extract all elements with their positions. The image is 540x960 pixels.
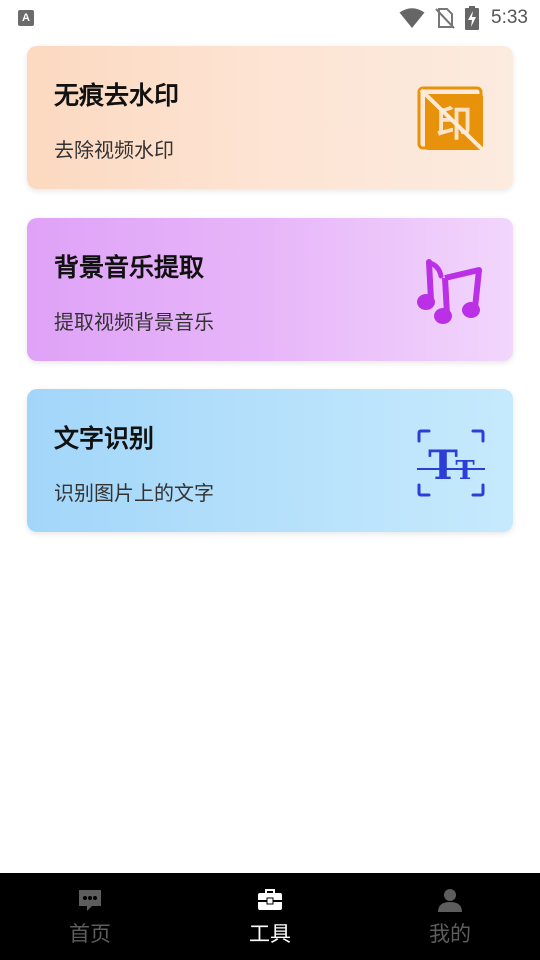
status-left: A xyxy=(18,10,34,26)
svg-text:T: T xyxy=(455,456,475,486)
a-app-icon: A xyxy=(18,10,34,26)
card-title: 文字识别 xyxy=(54,424,155,453)
toolbox-icon xyxy=(258,889,282,910)
status-bar: A 5:33 xyxy=(0,0,540,36)
text-scan-icon: T T xyxy=(417,429,485,497)
watermark-remove-icon: 印 xyxy=(417,86,487,154)
tools-screen: A 5:33 无痕去水印 去除视频水印 印 xyxy=(0,0,540,960)
wifi-icon xyxy=(399,8,425,28)
card-subtitle: 识别图片上的文字 xyxy=(54,481,214,505)
card-title: 背景音乐提取 xyxy=(54,253,205,282)
bgm-extract-card[interactable]: 背景音乐提取 提取视频背景音乐 xyxy=(27,218,513,361)
card-subtitle: 提取视频背景音乐 xyxy=(54,310,214,334)
status-time: 5:33 xyxy=(491,7,528,28)
nav-item-profile[interactable]: 我的 xyxy=(360,873,540,960)
nav-label-home: 首页 xyxy=(69,922,111,946)
nav-label-tools: 工具 xyxy=(249,922,291,946)
card-subtitle: 去除视频水印 xyxy=(54,138,174,162)
svg-text:T: T xyxy=(428,442,458,489)
watermark-removal-card[interactable]: 无痕去水印 去除视频水印 印 xyxy=(27,46,513,189)
bottom-nav: 首页 工具 我的 xyxy=(0,873,540,960)
ocr-card[interactable]: 文字识别 识别图片上的文字 T T xyxy=(27,389,513,532)
user-profile-icon xyxy=(438,889,462,912)
card-title: 无痕去水印 xyxy=(54,81,180,110)
no-sim-icon xyxy=(435,8,455,29)
chat-home-icon xyxy=(79,890,101,911)
nav-item-tools[interactable]: 工具 xyxy=(180,873,360,960)
music-note-icon xyxy=(417,259,482,324)
nav-label-profile: 我的 xyxy=(429,922,471,946)
battery-charging-icon xyxy=(465,6,480,30)
status-right: 5:33 xyxy=(399,6,528,30)
nav-item-home[interactable]: 首页 xyxy=(0,873,180,960)
